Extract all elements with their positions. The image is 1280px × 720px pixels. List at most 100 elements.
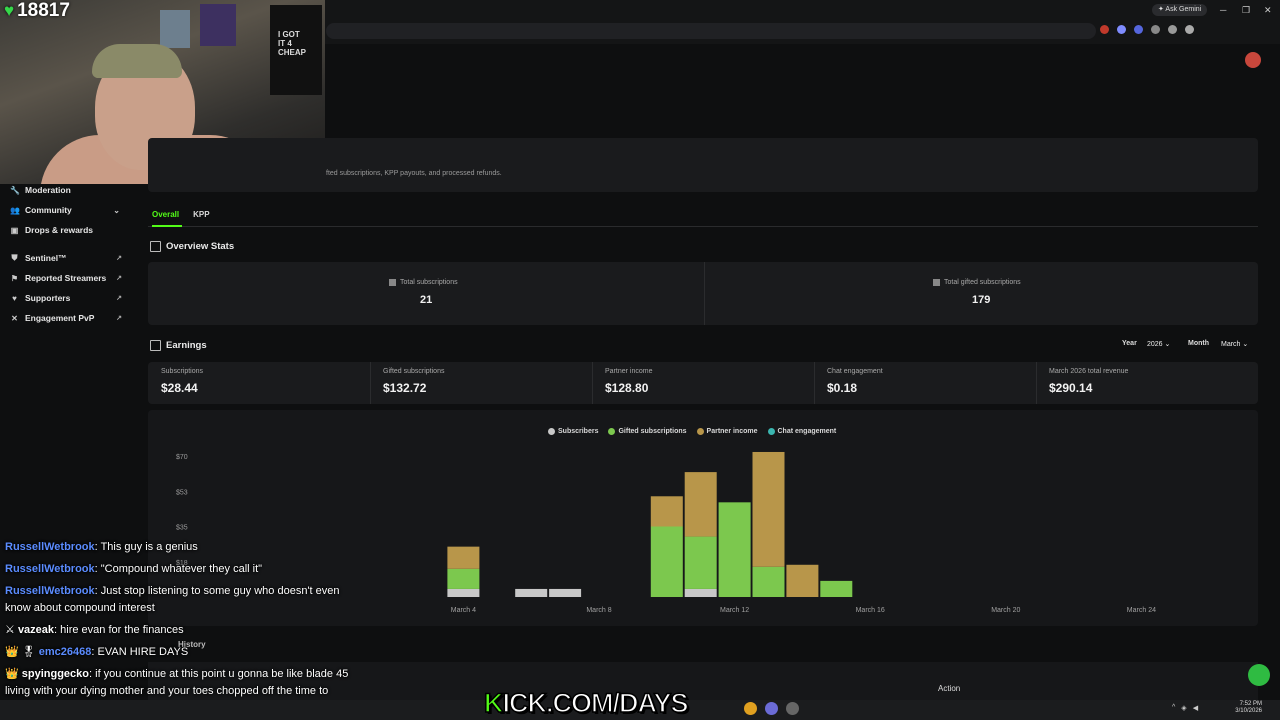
gift-icon: ▣	[10, 225, 19, 235]
sidebar-item-drops[interactable]: ▣ Drops & rewards	[10, 225, 122, 235]
y-tick-label: $70	[176, 454, 188, 461]
earnings-value: $0.18	[827, 381, 858, 395]
extension-icon[interactable]	[1168, 25, 1177, 34]
extension-icon[interactable]	[1151, 25, 1160, 34]
legend-label: Chat engagement	[777, 428, 837, 435]
chart-bar[interactable]	[447, 588, 480, 597]
stat-icon	[933, 279, 940, 286]
extension-icon[interactable]	[1100, 25, 1109, 34]
x-tick-label: March 20	[991, 607, 1020, 614]
heart-icon: ♥	[12, 293, 17, 303]
earnings-value: $132.72	[383, 381, 427, 395]
chart-bar[interactable]	[752, 566, 785, 597]
month-select[interactable]: March ⌄	[1221, 340, 1248, 348]
chat-text: : hire evan for the finances	[54, 624, 184, 636]
year-value: 2026	[1147, 341, 1163, 348]
sidebar-item-supporters[interactable]: ♥ Supporters ↗	[10, 293, 122, 303]
y-tick-label: $53	[176, 489, 188, 496]
external-link-icon: ↗	[116, 255, 122, 262]
earnings-label: Partner income	[605, 368, 653, 375]
chart-legend: Subscribers Gifted subscriptions Partner…	[548, 428, 836, 435]
settings-icon[interactable]	[786, 702, 799, 715]
wall-frame	[160, 10, 190, 48]
legend-item[interactable]: Subscribers	[548, 428, 598, 435]
legend-item[interactable]: Gifted subscriptions	[608, 428, 687, 435]
chart-bar[interactable]	[650, 526, 683, 598]
poster-text: I GOT IT 4 CHEAP	[278, 30, 307, 57]
chart-bar[interactable]	[447, 546, 480, 569]
divider	[814, 362, 815, 404]
taskbar-apps	[744, 702, 799, 715]
legend-swatch	[548, 428, 555, 435]
legend-label: Partner income	[706, 428, 758, 435]
sidebar-item-moderation[interactable]: 🔧 Moderation	[10, 185, 122, 195]
chart-bar[interactable]	[752, 451, 785, 567]
heart-icon: ♥	[4, 1, 15, 20]
sidebar-item-label: Reported Streamers	[25, 273, 107, 283]
sidebar-item-reported-streamers[interactable]: ⚑ Reported Streamers ↗	[10, 273, 122, 283]
maximize-icon[interactable]: ❐	[1242, 5, 1250, 16]
wrench-icon: 🔧	[10, 185, 20, 195]
chart-icon	[150, 241, 161, 252]
tab-overall[interactable]: Overall	[152, 210, 179, 219]
earnings-title: Earnings	[150, 340, 207, 351]
chart-bar[interactable]	[718, 502, 751, 597]
month-value: March	[1221, 341, 1241, 348]
extension-icon[interactable]	[1134, 25, 1143, 34]
stat-label: Total gifted subscriptions	[933, 279, 1021, 286]
address-bar[interactable]	[326, 23, 1096, 39]
page-header-card	[148, 138, 1258, 192]
volume-icon[interactable]: ◀	[1193, 704, 1198, 712]
earnings-value: $290.14	[1049, 381, 1093, 395]
chat-username: RussellWetbrook	[5, 563, 95, 575]
month-label: Month	[1188, 340, 1209, 347]
earnings-label: Chat engagement	[827, 368, 883, 375]
kick-url-text: ICK.COM/DAYS	[502, 687, 690, 719]
chart-bar[interactable]	[650, 496, 683, 527]
kick-url-banner: KICK.COM/DAYS	[483, 687, 690, 719]
chart-bar[interactable]	[786, 564, 819, 597]
chat-text: : EVAN HIRE DAYS	[91, 646, 189, 658]
legend-item[interactable]: Chat engagement	[767, 428, 837, 435]
tab-bar: Overall KPP	[152, 210, 210, 219]
year-select[interactable]: 2026 ⌄	[1147, 340, 1170, 348]
sidebar-item-community[interactable]: 👥 Community ⌄	[10, 205, 122, 215]
sidebar-item-label: Sentinel™	[25, 253, 67, 263]
chart-bar[interactable]	[549, 588, 582, 597]
chart-bar[interactable]	[447, 568, 480, 589]
chart-bar[interactable]	[684, 536, 717, 589]
profile-avatar[interactable]	[1245, 52, 1261, 68]
tab-active-indicator	[152, 225, 182, 227]
help-button[interactable]	[1248, 664, 1270, 686]
sidebar-item-engagement-pvp[interactable]: ✕ Engagement PvP ↗	[10, 313, 122, 323]
chat-message: ⚔ vazeak: hire evan for the finances	[5, 622, 350, 639]
legend-swatch	[608, 428, 616, 435]
total-gifted-value: 179	[972, 294, 991, 306]
app-icon[interactable]	[765, 702, 778, 715]
puzzle-icon[interactable]	[1185, 25, 1194, 34]
close-icon[interactable]: ✕	[1264, 5, 1272, 16]
taskbar-clock[interactable]: 7:52 PM 3/10/2026	[1232, 701, 1262, 715]
chart-bar[interactable]	[684, 588, 717, 597]
divider	[704, 262, 705, 325]
crown-badge-icon: 👑 🎖	[5, 646, 36, 658]
legend-item[interactable]: Partner income	[696, 428, 758, 435]
minimize-icon[interactable]: ─	[1220, 5, 1226, 15]
extension-icon[interactable]	[1117, 25, 1126, 34]
total-subscriptions-label: Total subscriptions	[400, 279, 458, 286]
y-tick-label: $35	[176, 525, 188, 532]
ask-gemini-button[interactable]: ✦ Ask Gemini	[1152, 4, 1208, 16]
chart-bar[interactable]	[515, 588, 548, 597]
chat-username: spyinggecko	[21, 668, 90, 680]
divider	[592, 362, 593, 404]
sidebar-item-label: Moderation	[25, 185, 71, 195]
extension-icons	[1100, 25, 1194, 34]
sidebar-item-sentinel[interactable]: ⛊ Sentinel™ ↗	[10, 253, 123, 263]
chart-bar[interactable]	[684, 472, 717, 537]
x-tick-label: March 12	[720, 607, 749, 614]
chrome-icon[interactable]	[744, 702, 757, 715]
chevron-up-icon[interactable]: ^	[1172, 704, 1175, 712]
tab-kpp[interactable]: KPP	[193, 210, 209, 219]
chart-bar[interactable]	[820, 580, 853, 597]
network-icon[interactable]: ◈	[1181, 704, 1186, 712]
